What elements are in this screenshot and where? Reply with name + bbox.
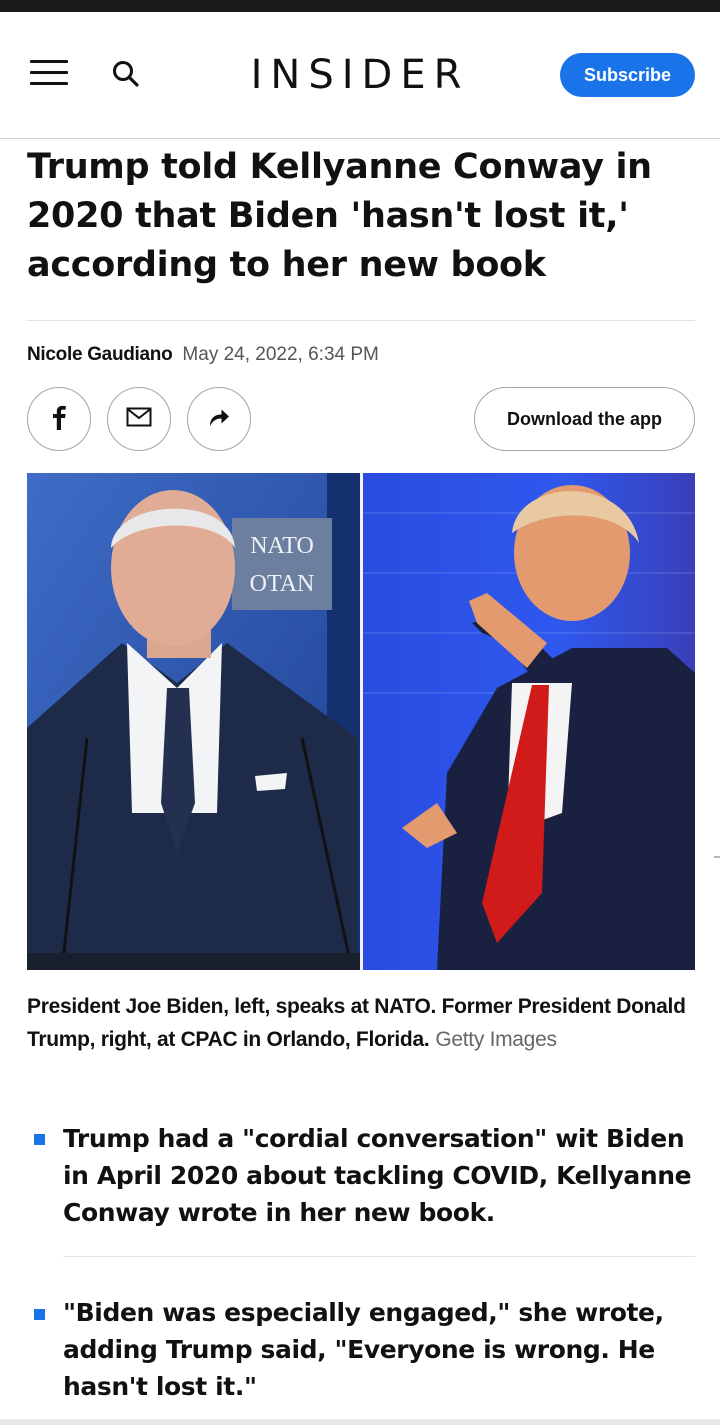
share-icon xyxy=(207,406,231,433)
status-bar xyxy=(0,0,720,12)
photo-credit: Getty Images xyxy=(435,1028,557,1051)
nato-sign: NATO xyxy=(250,533,314,559)
subscribe-button[interactable]: Subscribe xyxy=(560,53,695,97)
bullet-icon xyxy=(34,1309,45,1320)
author-name[interactable]: Nicole Gaudiano xyxy=(27,344,173,365)
divider xyxy=(27,320,695,321)
article-photo[interactable]: NATO OTAN xyxy=(27,473,695,970)
bottom-edge xyxy=(0,1419,720,1425)
article-headline: Trump told Kellyanne Conway in 2020 that… xyxy=(27,147,652,285)
otan-sign: OTAN xyxy=(250,571,315,597)
byline: Nicole Gaudiano May 24, 2022, 6:34 PM xyxy=(27,344,379,366)
bullet-icon xyxy=(34,1134,45,1145)
divider xyxy=(63,1256,695,1257)
scroll-indicator xyxy=(714,856,720,858)
key-point-text: Trump had a "cordial conversation" wit B… xyxy=(63,1124,692,1227)
photo-caption: President Joe Biden, left, speaks at NAT… xyxy=(27,990,695,1056)
publish-date: May 24, 2022, 6:34 PM xyxy=(182,344,379,365)
facebook-icon xyxy=(48,404,70,435)
caption-text: President Joe Biden, left, speaks at NAT… xyxy=(27,995,686,1051)
site-header: INSIDER Subscribe xyxy=(0,12,720,139)
share-button[interactable] xyxy=(187,387,251,451)
key-point-text: "Biden was especially engaged," she wrot… xyxy=(63,1298,664,1401)
facebook-share-button[interactable] xyxy=(27,387,91,451)
download-app-button[interactable]: Download the app xyxy=(474,387,695,451)
mail-icon xyxy=(126,407,152,432)
email-share-button[interactable] xyxy=(107,387,171,451)
